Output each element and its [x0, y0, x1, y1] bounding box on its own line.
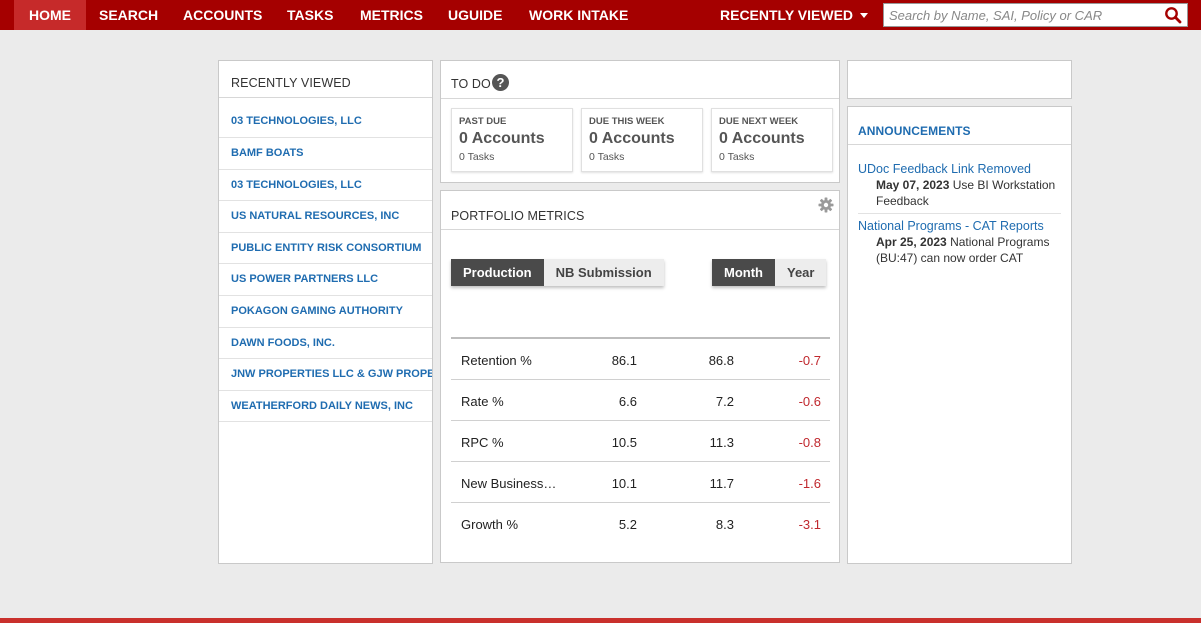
recently-viewed-item[interactable]: PUBLIC ENTITY RISK CONSORTIUM	[219, 233, 432, 265]
nav-uguide[interactable]: UGUIDE	[433, 0, 517, 30]
nav-metrics[interactable]: METRICS	[345, 0, 438, 30]
toggle-nb-submission[interactable]: NB Submission	[543, 259, 664, 286]
announcement-item: National Programs - CAT Reports Apr 25, …	[858, 219, 1063, 266]
announcements-title: ANNOUNCEMENTS	[858, 124, 971, 138]
metric-prior-value: 11.3	[709, 435, 734, 450]
metrics-row: New Business… 10.1 11.7 -1.6	[451, 462, 830, 503]
metric-current-value: 10.5	[611, 435, 637, 450]
announcement-body: May 07, 2023 Use BI Workstation Feedback	[858, 177, 1063, 209]
announcement-date: Apr 25, 2023	[876, 235, 947, 249]
metric-prior-value: 86.8	[708, 353, 734, 368]
recently-viewed-panel: RECENTLY VIEWED 03 TECHNOLOGIES, LLC BAM…	[218, 60, 433, 564]
recently-viewed-item[interactable]: 03 TECHNOLOGIES, LLC	[219, 106, 432, 138]
blank-panel	[847, 60, 1072, 99]
metric-name: Retention %	[461, 353, 532, 368]
announcement-item: UDoc Feedback Link Removed May 07, 2023 …	[858, 162, 1063, 209]
metrics-row: Growth % 5.2 8.3 -3.1	[451, 503, 830, 544]
recently-viewed-item[interactable]: JNW PROPERTIES LLC & GJW PROPE	[219, 359, 432, 391]
nav-search[interactable]: SEARCH	[84, 0, 173, 30]
nav-tasks[interactable]: TASKS	[272, 0, 348, 30]
metric-difference: -0.6	[798, 394, 821, 409]
divider	[441, 98, 839, 99]
nav-accounts[interactable]: ACCOUNTS	[168, 0, 277, 30]
search-input[interactable]	[884, 4, 1154, 26]
search-box	[883, 3, 1188, 27]
footer-bar	[0, 618, 1201, 623]
metric-name: Rate %	[461, 394, 504, 409]
metrics-row: Retention % 86.1 86.8 -0.7	[451, 339, 830, 380]
metric-difference: -3.1	[798, 517, 821, 532]
metric-name: RPC %	[461, 435, 504, 450]
todo-card-accounts: 0 Accounts	[589, 130, 675, 147]
recently-viewed-item[interactable]: WEATHERFORD DAILY NEWS, INC	[219, 391, 432, 423]
portfolio-metrics-title: PORTFOLIO METRICS	[451, 209, 585, 223]
metric-prior-value: 7.2	[715, 394, 734, 409]
portfolio-metrics-panel: PORTFOLIO METRICS Production NB Submissi…	[440, 190, 840, 563]
metric-current-value: 6.6	[618, 394, 637, 409]
recently-viewed-dropdown[interactable]: RECENTLY VIEWED	[720, 0, 869, 30]
recently-viewed-item[interactable]: BAMF BOATS	[219, 138, 432, 170]
todo-card-due-this-week[interactable]: DUE THIS WEEK 0 Accounts 0 Tasks	[581, 108, 703, 172]
chevron-down-icon	[860, 12, 869, 18]
metric-name: New Business…	[461, 476, 557, 491]
recently-viewed-title: RECENTLY VIEWED	[231, 76, 351, 90]
metric-current-value: 10.1	[611, 476, 637, 491]
todo-title: TO DO	[451, 77, 491, 91]
recently-viewed-item[interactable]: DAWN FOODS, INC.	[219, 328, 432, 360]
recently-viewed-item[interactable]: POKAGON GAMING AUTHORITY	[219, 296, 432, 328]
todo-card-label: DUE THIS WEEK	[589, 116, 665, 127]
toggle-production[interactable]: Production	[451, 259, 544, 286]
nav-home[interactable]: HOME	[14, 0, 86, 30]
divider	[858, 213, 1061, 214]
todo-card-tasks: 0 Tasks	[459, 151, 495, 163]
todo-card-due-next-week[interactable]: DUE NEXT WEEK 0 Accounts 0 Tasks	[711, 108, 833, 172]
metric-current-value: 86.1	[611, 353, 637, 368]
nav-work-intake[interactable]: WORK INTAKE	[514, 0, 643, 30]
toggle-month[interactable]: Month	[712, 259, 775, 286]
todo-card-past-due[interactable]: PAST DUE 0 Accounts 0 Tasks	[451, 108, 573, 172]
metric-prior-value: 8.3	[715, 517, 734, 532]
todo-card-accounts: 0 Accounts	[719, 130, 805, 147]
todo-card-label: PAST DUE	[459, 116, 507, 127]
metric-current-value: 5.2	[618, 517, 637, 532]
metric-name: Growth %	[461, 517, 519, 532]
gear-icon[interactable]	[818, 197, 834, 213]
announcement-title-link[interactable]: UDoc Feedback Link Removed	[858, 162, 1063, 176]
announcements-panel: ANNOUNCEMENTS UDoc Feedback Link Removed…	[847, 106, 1072, 564]
todo-card-tasks: 0 Tasks	[589, 151, 625, 163]
todo-card-accounts: 0 Accounts	[459, 130, 545, 147]
top-nav: HOME SEARCH ACCOUNTS TASKS METRICS UGUID…	[0, 0, 1201, 30]
toggle-year[interactable]: Year	[774, 259, 827, 286]
todo-card-tasks: 0 Tasks	[719, 151, 755, 163]
period-toggle: Month Year	[712, 259, 827, 286]
recently-viewed-item[interactable]: US NATURAL RESOURCES, INC	[219, 201, 432, 233]
metrics-row: Rate % 6.6 7.2 -0.6	[451, 380, 830, 421]
divider	[219, 97, 432, 98]
metric-type-toggle: Production NB Submission	[451, 259, 664, 286]
metric-prior-value: 11.7	[709, 476, 734, 491]
todo-card-label: DUE NEXT WEEK	[719, 116, 799, 127]
announcement-title-link[interactable]: National Programs - CAT Reports	[858, 219, 1063, 233]
announcement-body: Apr 25, 2023 National Programs (BU:47) c…	[858, 234, 1063, 266]
metric-difference: -1.6	[798, 476, 821, 491]
todo-panel: TO DO ? PAST DUE 0 Accounts 0 Tasks DUE …	[440, 60, 840, 183]
metrics-row: RPC % 10.5 11.3 -0.8	[451, 421, 830, 462]
metric-difference: -0.8	[798, 435, 821, 450]
metrics-table: Retention % 86.1 86.8 -0.7 Rate % 6.6 7.…	[451, 337, 830, 544]
recently-viewed-dropdown-label: RECENTLY VIEWED	[720, 7, 854, 23]
divider	[441, 229, 839, 230]
announcement-date: May 07, 2023	[876, 178, 950, 192]
metric-difference: -0.7	[798, 353, 821, 368]
divider	[848, 144, 1071, 145]
recently-viewed-item[interactable]: US POWER PARTNERS LLC	[219, 264, 432, 296]
search-icon[interactable]	[1164, 6, 1182, 24]
recently-viewed-item[interactable]: 03 TECHNOLOGIES, LLC	[219, 170, 432, 202]
recently-viewed-list: 03 TECHNOLOGIES, LLC BAMF BOATS 03 TECHN…	[219, 106, 432, 423]
help-icon[interactable]: ?	[492, 74, 509, 91]
